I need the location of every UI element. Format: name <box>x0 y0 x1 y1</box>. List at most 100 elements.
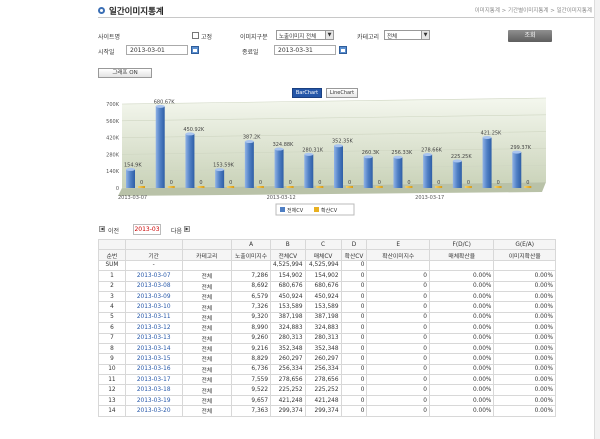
table-cell: 전체 <box>181 353 233 365</box>
table-row: 2 2013-03-08 전체 8,692 680,676 680,676 0 0 0.00% 0… <box>98 280 556 292</box>
table-cell: 0.00% <box>428 374 495 386</box>
table-row: 8 2013-03-14 전체 9,216 352,348 352,348 0 0 0.00% 0… <box>98 342 556 355</box>
graph-toggle-button[interactable]: 그래프 ON <box>98 68 152 78</box>
start-date-input[interactable]: 2013-03-01 <box>126 45 188 55</box>
column-header: 매체확산율 <box>428 249 495 261</box>
date-link[interactable]: 2013-03-08 <box>124 280 183 292</box>
column-header: 매체CV <box>304 249 342 261</box>
column-header: 노출이미지수 <box>231 249 272 261</box>
bar-total <box>304 154 314 188</box>
date-link[interactable]: 2013-03-13 <box>124 332 183 344</box>
table-row: 11 2013-03-17 전체 7,559 278,656 278,656 0 0 0.00%… <box>98 374 556 386</box>
table-cell: 0 <box>366 290 430 303</box>
table-cell: 256,334 <box>304 363 342 376</box>
table-cell: 0 <box>340 394 368 407</box>
table-cell: 0 <box>366 270 430 282</box>
table-cell: 0.00% <box>428 322 495 334</box>
calendar-icon[interactable] <box>191 46 199 54</box>
table-cell: 7,326 <box>231 301 272 313</box>
image-type-select[interactable]: 노출이미지 전체 ▼ <box>276 30 334 40</box>
y-tick-label: 0 <box>116 186 119 192</box>
table-cell: 0.00% <box>428 290 495 303</box>
date-link[interactable]: 2013-03-17 <box>124 374 183 386</box>
fixed-checkbox[interactable] <box>192 32 199 39</box>
table-cell: 6 <box>98 322 126 334</box>
table-cell: 421,248 <box>304 394 342 407</box>
table-cell <box>366 259 430 272</box>
column-header: 순번 <box>98 249 126 261</box>
y-tick-label: 700K <box>106 102 120 108</box>
table-cell: 8,829 <box>231 353 272 365</box>
bar-spread-label: 0 <box>378 180 381 186</box>
date-link[interactable]: 2013-03-19 <box>124 394 183 407</box>
prev-link[interactable]: 이전 <box>108 226 119 235</box>
bar-total <box>393 157 403 188</box>
bar-spread <box>316 186 324 188</box>
date-link[interactable]: 2013-03-15 <box>124 353 183 365</box>
end-date-input[interactable]: 2013-03-31 <box>274 45 336 55</box>
table-cell: 0 <box>340 332 368 344</box>
next-arrow-icon[interactable]: ▶ <box>184 226 190 232</box>
next-link[interactable]: 다음 <box>171 226 182 235</box>
date-link[interactable]: 2013-03-10 <box>124 301 183 313</box>
table-cell: 0.00% <box>428 301 495 313</box>
table-cell: 260,297 <box>304 353 342 365</box>
bar-spread-label: 0 <box>259 180 262 186</box>
date-link[interactable]: 2013-03-09 <box>124 290 183 303</box>
chevron-down-icon: ▼ <box>421 31 429 39</box>
table-cell: 450,924 <box>270 290 306 303</box>
date-link[interactable]: 2013-03-14 <box>124 342 183 355</box>
letter-header-row: A B C D E F(D/C) G(E/A) <box>98 238 556 251</box>
table-cell: 0.00% <box>493 363 556 376</box>
table-cell: 0.00% <box>428 384 495 396</box>
table-cell: 0.00% <box>428 405 495 417</box>
table-cell: 421,248 <box>270 394 306 407</box>
table-cell: 0.00% <box>493 384 556 396</box>
table-cell: 6,736 <box>231 363 272 376</box>
table-cell: 0 <box>366 363 430 376</box>
table-cell: 0.00% <box>428 270 495 282</box>
bar-total-label: 352.35K <box>332 139 353 145</box>
col-letter: F(D/C) <box>428 238 495 251</box>
bar-spread <box>375 186 383 188</box>
prev-arrow-icon[interactable]: ◀ <box>99 226 105 232</box>
date-link[interactable]: 2013-03-16 <box>124 363 183 376</box>
table-cell <box>181 259 233 272</box>
table-cell: 0.00% <box>493 342 556 355</box>
bar-total <box>126 169 135 188</box>
category-select[interactable]: 전체 ▼ <box>384 30 430 40</box>
table-cell: 0 <box>366 311 430 324</box>
table-cell: 7,559 <box>231 374 272 386</box>
table-cell: 8,692 <box>231 280 272 292</box>
table-cell: 0 <box>340 384 368 396</box>
table-cell: 154,902 <box>270 270 306 282</box>
date-link[interactable]: 2013-03-07 <box>124 270 183 282</box>
table-cell: 0 <box>366 322 430 334</box>
legend-label-total: 전체CV <box>287 207 304 214</box>
bar-total <box>274 149 284 188</box>
calendar-icon[interactable] <box>339 46 347 54</box>
table-cell: 전체 <box>181 394 233 407</box>
current-month: 2013-03 <box>133 224 161 235</box>
bar-spread-label: 0 <box>318 180 321 186</box>
date-link[interactable]: 2013-03-11 <box>124 311 183 324</box>
table-cell: 280,313 <box>270 332 306 344</box>
table-cell: 225,252 <box>270 384 306 396</box>
table-cell: 0 <box>340 342 368 355</box>
bar-total-label: 299.37K <box>510 145 531 151</box>
table-cell: 7 <box>98 332 126 344</box>
vertical-scrollbar[interactable] <box>594 0 600 439</box>
date-link[interactable]: 2013-03-20 <box>124 405 183 417</box>
table-cell: 0 <box>340 353 368 365</box>
table-cell: 8 <box>98 342 126 355</box>
table-cell: 6,579 <box>231 290 272 303</box>
table-cell: SUM <box>98 259 126 272</box>
table-cell: 0 <box>340 374 368 386</box>
date-link[interactable]: 2013-03-12 <box>124 322 183 334</box>
search-button[interactable]: 조회 <box>508 30 552 42</box>
column-header: 확산CV <box>340 249 368 261</box>
date-link[interactable]: 2013-03-18 <box>124 384 183 396</box>
table-cell: 0.00% <box>493 394 556 407</box>
y-tick-label: 560K <box>106 119 120 125</box>
site-label: 사이트명 <box>98 34 121 41</box>
